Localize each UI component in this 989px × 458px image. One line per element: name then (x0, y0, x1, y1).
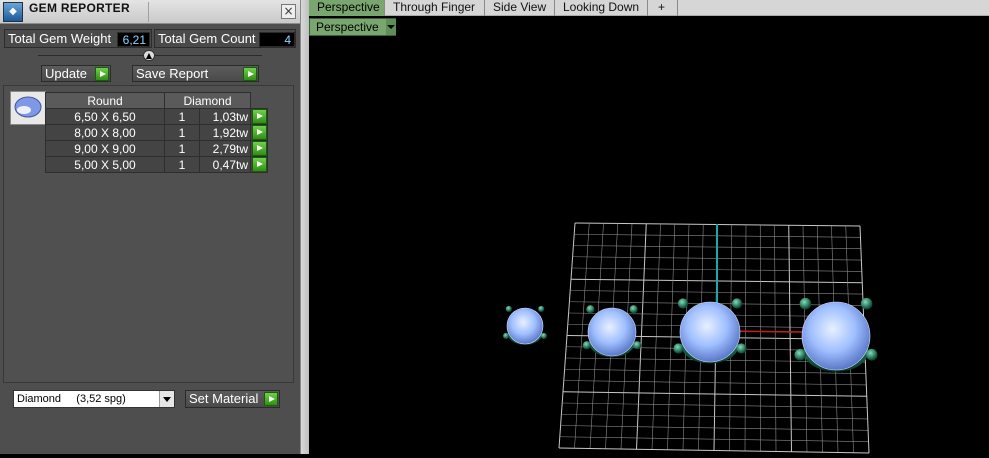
total-count-box: Total Gem Count 4 (154, 29, 296, 48)
gem-stone (802, 302, 870, 370)
gem-model[interactable] (673, 298, 746, 363)
gem-prong (673, 343, 683, 353)
collapse-handle-icon[interactable]: ▲ (143, 50, 155, 61)
gem-prong (861, 298, 873, 310)
gem-prong (630, 305, 638, 313)
gem-models (503, 298, 877, 372)
row-action[interactable] (251, 141, 268, 157)
table-row[interactable]: 8,00 X 8,00 1 1,92tw (46, 125, 268, 141)
green-arrow-icon (243, 67, 257, 81)
title-divider (148, 2, 149, 22)
gem-prong (583, 341, 591, 349)
gem-prong (586, 305, 594, 313)
total-count-label: Total Gem Count (158, 31, 256, 46)
gem-table: Round Diamond 6,50 X 6,50 1 1,03tw 8,00 … (45, 92, 268, 173)
total-weight-label: Total Gem Weight (8, 31, 111, 46)
close-button[interactable]: × (281, 4, 296, 19)
gem-weight: 2,79tw (200, 141, 251, 157)
total-weight-box: Total Gem Weight 6,21 (4, 29, 152, 48)
chevron-down-icon[interactable] (159, 391, 174, 407)
gem-size: 8,00 X 8,00 (46, 125, 165, 141)
gem-stone (507, 308, 543, 344)
gem-model[interactable] (583, 305, 642, 357)
gem-prong (736, 343, 746, 353)
panel-title: GEM REPORTER (29, 1, 130, 15)
chevron-down-icon[interactable] (386, 19, 396, 35)
green-arrow-icon[interactable] (252, 125, 267, 140)
3d-viewport[interactable] (309, 16, 989, 454)
viewport-scene (309, 16, 989, 454)
set-material-button[interactable]: Set Material (185, 390, 280, 408)
save-report-button[interactable]: Save Report (132, 65, 259, 82)
material-select-value: Diamond (3,52 spg) (17, 393, 126, 405)
gem-size: 5,00 X 5,00 (46, 157, 165, 173)
column-header-material: Diamond (165, 93, 251, 109)
green-arrow-icon (264, 392, 278, 406)
gem-prong (538, 306, 544, 312)
gem-qty: 1 (165, 109, 200, 125)
gem-model[interactable] (503, 306, 547, 345)
gem-reporter-panel: ◆ GEM REPORTER × Total Gem Weight 6,21 T… (0, 0, 300, 454)
gem-qty: 1 (165, 141, 200, 157)
view-mode-dropdown[interactable]: Perspective (309, 18, 396, 36)
update-button[interactable]: Update (41, 65, 111, 82)
table-row[interactable]: 5,00 X 5,00 1 0,47tw (46, 157, 268, 173)
gem-reporter-icon: ◆ (3, 2, 23, 22)
green-arrow-icon[interactable] (252, 157, 267, 172)
gem-prong (503, 333, 509, 339)
round-diamond-icon (11, 92, 45, 124)
gem-stone (680, 302, 740, 362)
gem-weight: 0,47tw (200, 157, 251, 173)
row-action[interactable] (251, 157, 268, 173)
gem-prong (795, 349, 807, 361)
panel-title-bar[interactable]: ◆ GEM REPORTER × (0, 0, 300, 24)
tab-side-view[interactable]: Side View (485, 0, 555, 16)
gem-qty: 1 (165, 157, 200, 173)
view-tab-bar: Perspective Through Finger Side View Loo… (309, 0, 989, 16)
table-row[interactable]: 9,00 X 9,00 1 2,79tw (46, 141, 268, 157)
tab-through-finger[interactable]: Through Finger (385, 0, 485, 16)
set-material-label: Set Material (189, 391, 258, 406)
plus-icon[interactable]: + (648, 0, 678, 16)
gem-prong (732, 298, 742, 308)
material-select[interactable]: Diamond (3,52 spg) (13, 390, 175, 408)
gem-qty: 1 (165, 125, 200, 141)
gem-size: 9,00 X 9,00 (46, 141, 165, 157)
gem-prong (800, 298, 812, 310)
gem-prong (678, 298, 688, 308)
gem-prong (541, 333, 547, 339)
tab-looking-down[interactable]: Looking Down (555, 0, 648, 16)
green-arrow-icon[interactable] (252, 141, 267, 156)
row-action[interactable] (251, 125, 268, 141)
total-count-value: 4 (259, 32, 295, 47)
gem-stone (588, 308, 636, 356)
green-arrow-icon[interactable] (252, 109, 267, 124)
gem-size: 6,50 X 6,50 (46, 109, 165, 125)
column-header-shape: Round (46, 93, 165, 109)
green-arrow-icon (95, 67, 109, 81)
panel-splitter[interactable] (300, 0, 309, 454)
gem-thumbnail[interactable] (10, 91, 46, 125)
row-action[interactable] (251, 109, 268, 125)
gem-prong (633, 341, 641, 349)
total-weight-value: 6,21 (117, 32, 150, 47)
table-row[interactable]: 6,50 X 6,50 1 1,03tw (46, 109, 268, 125)
gem-weight: 1,92tw (200, 125, 251, 141)
gem-prong (866, 349, 878, 361)
update-label: Update (45, 66, 87, 81)
view-mode-label: Perspective (316, 20, 379, 34)
gem-prong (506, 306, 512, 312)
gem-weight: 1,03tw (200, 109, 251, 125)
tab-perspective[interactable]: Perspective (309, 0, 385, 16)
save-report-label: Save Report (136, 66, 208, 81)
